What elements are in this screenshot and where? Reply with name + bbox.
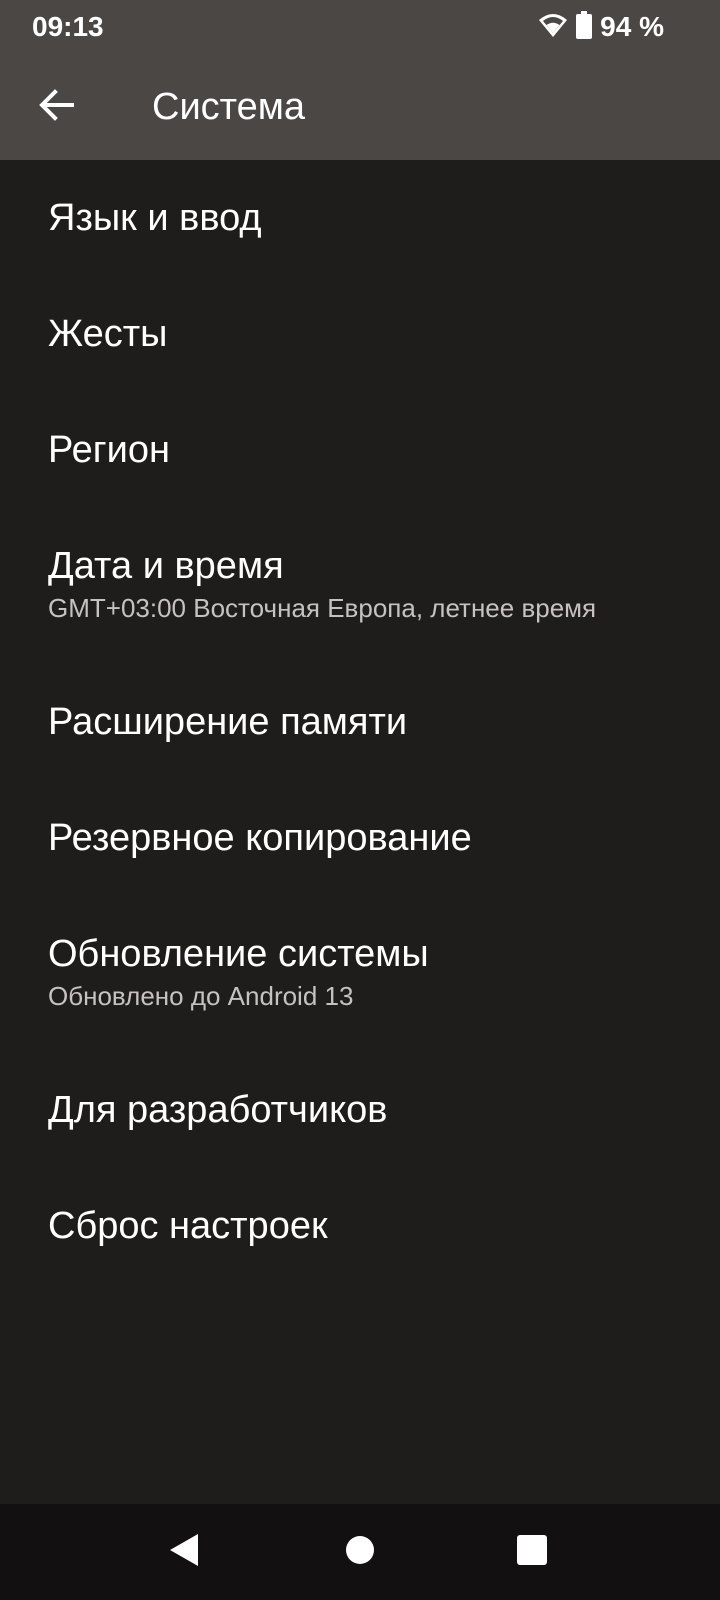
list-item-system-update[interactable]: Обновление системы Обновлено до Android … <box>0 896 720 1052</box>
wifi-icon <box>538 12 568 43</box>
list-item-title: Сброс настроек <box>48 1205 328 1247</box>
list-item-backup[interactable]: Резервное копирование <box>0 780 720 896</box>
list-item-title: Расширение памяти <box>48 701 408 743</box>
list-item-reset-settings[interactable]: Сброс настроек <box>0 1168 720 1284</box>
list-item-title: Резервное копирование <box>48 817 472 859</box>
list-item-title: Для разработчиков <box>48 1089 388 1131</box>
nav-home-icon <box>345 1535 375 1570</box>
list-item-summary: Обновлено до Android 13 <box>48 981 354 1011</box>
page-title: Система <box>152 86 306 128</box>
back-button[interactable] <box>24 75 88 139</box>
status-time: 09:13 <box>32 11 104 42</box>
nav-recents-button[interactable] <box>496 1516 568 1588</box>
list-item-region[interactable]: Регион <box>0 392 720 508</box>
battery-icon <box>576 10 593 44</box>
list-item-title: Регион <box>48 429 171 471</box>
app-bar: Система <box>0 54 720 160</box>
nav-back-button[interactable] <box>148 1516 220 1588</box>
status-bar: 09:13 94 % <box>0 0 720 54</box>
nav-recents-icon <box>517 1534 547 1570</box>
navigation-bar <box>0 1504 720 1600</box>
list-item-developer-options[interactable]: Для разработчиков <box>0 1052 720 1168</box>
list-item-title: Обновление системы <box>48 933 429 975</box>
arrow-back-icon <box>38 87 74 128</box>
battery-level: 94 % <box>600 11 664 42</box>
list-item-gestures[interactable]: Жесты <box>0 276 720 392</box>
list-item-summary: GMT+03:00 Восточная Европа, летнее время <box>48 593 597 623</box>
list-item-title: Дата и время <box>48 545 284 587</box>
list-item-memory-extension[interactable]: Расширение памяти <box>0 664 720 780</box>
list-item-date-time[interactable]: Дата и время GMT+03:00 Восточная Европа,… <box>0 508 720 664</box>
nav-back-icon <box>168 1533 200 1572</box>
nav-home-button[interactable] <box>324 1516 396 1588</box>
list-item-title: Язык и ввод <box>48 197 262 239</box>
list-item-language-input[interactable]: Язык и ввод <box>0 160 720 276</box>
list-item-title: Жесты <box>48 313 168 355</box>
status-icons: 94 % <box>538 10 664 44</box>
